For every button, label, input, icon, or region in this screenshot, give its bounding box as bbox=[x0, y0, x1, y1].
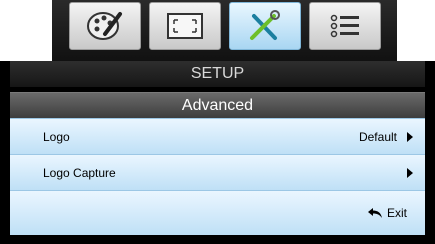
tab-display[interactable] bbox=[149, 2, 221, 50]
setting-label: Logo Capture bbox=[43, 165, 116, 180]
fullscreen-icon bbox=[167, 13, 203, 39]
exit-button[interactable]: Exit bbox=[367, 206, 407, 220]
exit-row[interactable]: Exit bbox=[10, 190, 425, 235]
section-title: Advanced bbox=[10, 92, 425, 119]
tab-setup[interactable] bbox=[229, 2, 301, 50]
return-arrow-icon bbox=[367, 208, 382, 218]
exit-label: Exit bbox=[386, 206, 407, 220]
setting-label: Logo bbox=[43, 129, 70, 144]
chevron-right-icon bbox=[407, 131, 413, 142]
setting-row-logo-capture[interactable]: Logo Capture bbox=[10, 154, 425, 190]
list-icon bbox=[330, 14, 359, 38]
tab-image[interactable] bbox=[69, 2, 141, 50]
tab-options[interactable] bbox=[309, 2, 381, 50]
menu-tab-bar bbox=[52, 0, 397, 61]
setting-value: Default bbox=[358, 129, 397, 144]
settings-list: Logo Default Logo Capture Exit bbox=[10, 118, 425, 235]
chevron-right-icon bbox=[407, 167, 413, 178]
setting-row-logo[interactable]: Logo Default bbox=[10, 118, 425, 154]
tools-icon bbox=[250, 10, 280, 40]
page-title: SETUP bbox=[10, 61, 425, 87]
palette-icon bbox=[87, 12, 122, 40]
